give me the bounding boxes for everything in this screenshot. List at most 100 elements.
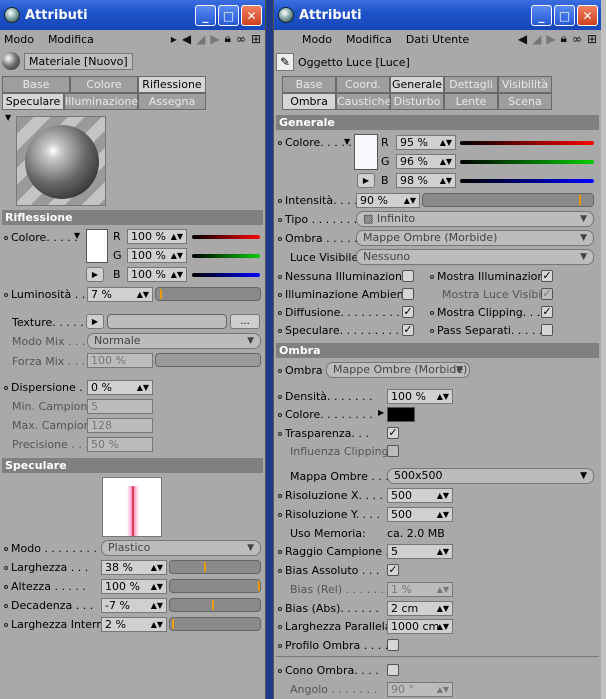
texture-browse-button[interactable]: ... <box>230 314 260 329</box>
mostra-clipping-checkbox[interactable]: ✓ <box>541 306 553 318</box>
tab-lente[interactable]: Lente <box>444 93 498 110</box>
color-picker-button[interactable]: ▶ <box>86 267 104 282</box>
anim-dot[interactable] <box>430 310 434 315</box>
lock-icon[interactable]: 🔒︎ <box>561 31 567 46</box>
larghezza-interna-slider[interactable] <box>169 617 261 631</box>
anim-dot[interactable] <box>278 292 282 297</box>
anim-dot[interactable] <box>4 546 8 551</box>
maximize-button[interactable]: □ <box>554 5 575 26</box>
tab-scena[interactable]: Scena <box>498 93 552 110</box>
b-slider[interactable] <box>192 273 260 277</box>
anim-dot[interactable] <box>278 328 282 333</box>
tab-base[interactable]: Base <box>282 76 336 93</box>
intensita-slider[interactable] <box>422 193 594 207</box>
tab-dettagli[interactable]: Dettagli <box>444 76 498 93</box>
anim-dot[interactable] <box>4 603 8 608</box>
color-dropdown-icon[interactable]: ▼ <box>344 137 350 146</box>
anim-dot[interactable] <box>430 328 434 333</box>
anim-dot[interactable] <box>4 385 8 390</box>
new-window-icon[interactable]: ⊞ <box>587 32 597 46</box>
anim-dot[interactable] <box>4 584 8 589</box>
up-arrow-icon[interactable]: ◢ <box>196 32 205 46</box>
b-field[interactable]: 100 % ▲▼ <box>127 267 187 282</box>
ombra-dropdown[interactable]: Mappe Ombre (Morbide) ▼ <box>356 230 594 246</box>
bias-rel-field[interactable]: 1 % ▲▼ <box>387 582 453 597</box>
anim-dot[interactable] <box>278 368 282 373</box>
forward-arrow-icon[interactable]: ▶ <box>546 32 555 46</box>
shadow-color-arrow-icon[interactable]: ▶ <box>378 408 384 417</box>
color-swatch[interactable] <box>354 134 378 170</box>
risoluzione-x-field[interactable]: 500 ▲▼ <box>387 488 453 503</box>
lock-icon[interactable]: 🔒︎ <box>225 31 231 46</box>
back-arrow-icon[interactable]: ◀ <box>518 32 527 46</box>
anim-dot[interactable] <box>278 624 282 629</box>
shadow-color-swatch[interactable] <box>387 407 415 422</box>
color-swatch[interactable] <box>86 229 108 263</box>
menu-modo[interactable]: Modo <box>4 33 34 46</box>
back-arrow-icon[interactable]: ◀ <box>182 32 191 46</box>
modo-mix-dropdown[interactable]: Normale ▼ <box>87 333 261 349</box>
risoluzione-y-field[interactable]: 500 ▲▼ <box>387 507 453 522</box>
altezza-field[interactable]: 100 % ▲▼ <box>101 579 167 594</box>
link-icon[interactable]: ∞ <box>236 32 246 46</box>
anim-dot[interactable] <box>278 431 282 436</box>
anim-dot[interactable] <box>4 235 8 240</box>
tab-speculare[interactable]: Speculare <box>2 93 64 110</box>
new-window-icon[interactable]: ⊞ <box>251 32 261 46</box>
anim-dot[interactable] <box>278 140 282 145</box>
larghezza-slider[interactable] <box>169 560 261 574</box>
luce-visibile-dropdown[interactable]: Nessuno ▼ <box>356 249 594 265</box>
trasparenza-checkbox[interactable]: ✓ <box>387 427 399 439</box>
menu-dati-utente[interactable]: Dati Utente <box>406 33 469 46</box>
color-picker-button[interactable]: ▶ <box>357 173 375 188</box>
right-title-bar[interactable]: Attributi _ □ ✕ <box>274 0 601 30</box>
anim-dot[interactable] <box>278 274 282 279</box>
mostra-illuminazione-checkbox[interactable]: ✓ <box>541 270 553 282</box>
illuminazione-ambiente-checkbox[interactable] <box>402 288 414 300</box>
nessuna-illuminazione-checkbox[interactable] <box>402 270 414 282</box>
texture-field[interactable] <box>107 314 227 329</box>
tab-base[interactable]: Base <box>2 76 70 93</box>
mostra-luce-visibile-checkbox[interactable]: ✓ <box>541 288 553 300</box>
anim-dot[interactable] <box>278 236 282 241</box>
decadenza-slider[interactable] <box>169 598 261 612</box>
luminosita-field[interactable]: 7 % ▲▼ <box>87 287 153 302</box>
tipo-dropdown[interactable]: ▨ Infinito ▼ <box>356 211 594 227</box>
g-slider[interactable] <box>460 160 594 164</box>
tab-illuminazione[interactable]: Illuminazione <box>64 93 138 110</box>
tab-visibilita[interactable]: Visibilità <box>498 76 552 93</box>
tab-assegna[interactable]: Assegna <box>138 93 206 110</box>
larghezza-parallela-field[interactable]: 1000 cm ▲▼ <box>387 619 453 634</box>
bias-abs-field[interactable]: 2 cm ▲▼ <box>387 601 453 616</box>
anim-dot[interactable] <box>4 292 8 297</box>
b-field[interactable]: 98 % ▲▼ <box>396 173 456 188</box>
anim-dot[interactable] <box>278 412 282 417</box>
tab-coord[interactable]: Coord. <box>336 76 390 93</box>
close-button[interactable]: ✕ <box>241 5 262 26</box>
anim-dot[interactable] <box>278 606 282 611</box>
anim-dot[interactable] <box>4 565 8 570</box>
anim-dot[interactable] <box>278 217 282 222</box>
speculare-checkbox[interactable]: ✓ <box>402 324 414 336</box>
tab-riflessione[interactable]: Riflessione <box>138 76 206 93</box>
tab-generale[interactable]: Generale <box>390 76 444 93</box>
anim-dot[interactable] <box>278 643 282 648</box>
anim-dot[interactable] <box>278 512 282 517</box>
angolo-field[interactable]: 90 ° ▲▼ <box>387 682 453 697</box>
min-campioni-field[interactable]: 5 <box>87 399 153 414</box>
anim-dot[interactable] <box>278 549 282 554</box>
precisione-field[interactable]: 50 % <box>87 437 153 452</box>
r-field[interactable]: 95 % ▲▼ <box>396 135 456 150</box>
tab-disturbo[interactable]: Disturbo <box>390 93 444 110</box>
pass-separati-checkbox[interactable] <box>541 324 553 336</box>
collapse-triangle-icon[interactable]: ▼ <box>5 113 11 122</box>
minimize-button[interactable]: _ <box>531 5 552 26</box>
anim-dot[interactable] <box>278 198 282 203</box>
anim-dot[interactable] <box>278 668 282 673</box>
cono-ombra-checkbox[interactable] <box>387 664 399 676</box>
dispersione-field[interactable]: 0 % ▲▼ <box>87 380 153 395</box>
anim-dot[interactable] <box>278 568 282 573</box>
left-title-bar[interactable]: Attributi _ □ ✕ <box>0 0 265 30</box>
anim-dot[interactable] <box>4 622 8 627</box>
modo-dropdown[interactable]: Plastico ▼ <box>101 540 261 556</box>
